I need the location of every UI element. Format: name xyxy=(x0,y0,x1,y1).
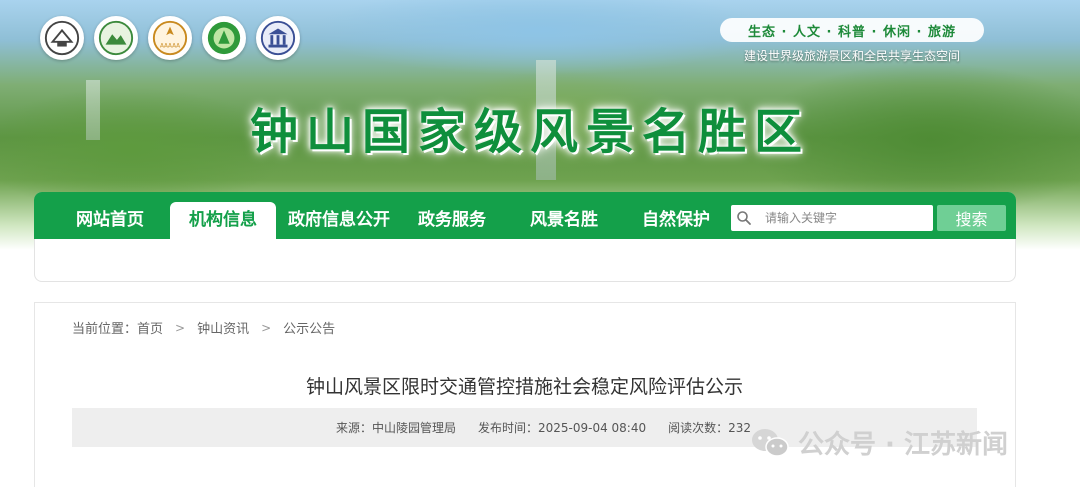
breadcrumb-home[interactable]: 当前位置：首页 xyxy=(72,318,163,337)
search-box xyxy=(731,205,933,231)
breadcrumb: 当前位置：首页 > 钟山资讯 > 公示公告 xyxy=(72,318,335,338)
nav-item-gov-info[interactable]: 政府信息公开 xyxy=(278,202,400,239)
site-title: 钟山国家级风景名胜区 xyxy=(249,104,810,160)
museum-logo-icon[interactable] xyxy=(256,16,300,60)
banner-road xyxy=(86,80,100,140)
nav-item-nature[interactable]: 自然保护 xyxy=(626,202,726,239)
watermark-text: 公众号 · 江苏新闻 xyxy=(798,430,1008,460)
slogan-pill: 生态 · 人文 · 科普 · 休闲 · 旅游 xyxy=(720,18,984,42)
breadcrumb-item-notices[interactable]: 公示公告 xyxy=(283,318,335,337)
article-publish-time: 发布时间：2025-09-04 08:40 xyxy=(477,421,647,435)
nav-item-scenic[interactable]: 风景名胜 xyxy=(514,202,614,239)
chevron-right-icon: > xyxy=(261,320,272,335)
article-source: 来源：中山陵园管理局 xyxy=(335,421,456,435)
wechat-icon xyxy=(752,428,789,457)
svg-text:AAAAA: AAAAA xyxy=(160,44,180,50)
aaaaa-logo-icon[interactable]: AAAAA xyxy=(148,16,192,60)
search-button[interactable]: 搜索 xyxy=(937,205,1006,231)
nav-item-org-info[interactable]: 机构信息 xyxy=(170,202,276,239)
watermark: 公众号 · 江苏新闻 xyxy=(750,424,1008,461)
slogan-subtitle: 建设世界级旅游景区和全民共享生态空间 xyxy=(743,49,960,63)
breadcrumb-item-news[interactable]: 钟山资讯 xyxy=(197,318,249,337)
scenic-area-logo-icon[interactable] xyxy=(94,16,138,60)
article-views: 阅读次数：232 xyxy=(668,421,752,435)
search-input[interactable] xyxy=(757,206,927,230)
search-icon xyxy=(731,205,757,231)
nav-item-gov-service[interactable]: 政务服务 xyxy=(402,202,502,239)
nature-reserve-logo-icon[interactable] xyxy=(202,16,246,60)
chevron-right-icon: > xyxy=(175,320,186,335)
article-title: 钟山风景区限时交通管控措施社会稳定风险评估公示 xyxy=(305,376,743,398)
world-heritage-logo-icon[interactable] xyxy=(40,16,84,60)
logo-row: AAAAA xyxy=(40,16,300,60)
nav-item-home[interactable]: 网站首页 xyxy=(54,202,166,239)
